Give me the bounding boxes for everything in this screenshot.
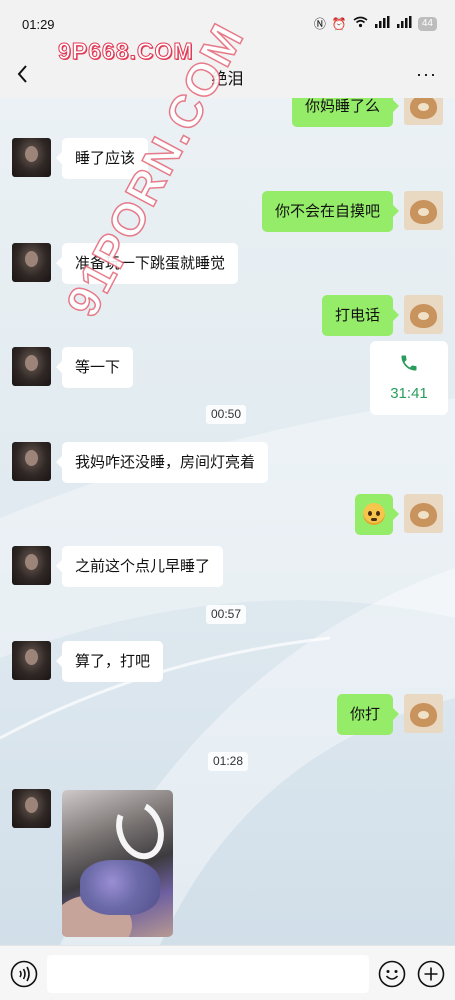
voice-call-card[interactable]: 31:41	[370, 341, 448, 415]
message-bubble-outgoing[interactable]: 你妈睡了么	[291, 98, 400, 127]
avatar[interactable]	[404, 98, 443, 125]
photo-message[interactable]	[62, 790, 173, 937]
watermark-top: 9P668.COM	[58, 38, 194, 65]
avatar[interactable]	[404, 694, 443, 733]
timestamp: 00:57	[206, 605, 247, 624]
avatar[interactable]	[404, 494, 443, 533]
avatar[interactable]	[404, 191, 443, 230]
status-icons: Ⓝ ⏰ 44	[314, 15, 437, 32]
avatar[interactable]	[12, 641, 51, 680]
phone-icon	[401, 355, 417, 371]
avatar[interactable]	[12, 442, 51, 481]
message-bubble-incoming[interactable]: 我妈咋还没睡，房间灯亮着	[55, 442, 269, 483]
message-bubble-outgoing[interactable]: 打电话	[321, 295, 400, 336]
avatar[interactable]	[12, 347, 51, 386]
status-time: 01:29	[22, 17, 55, 32]
avatar[interactable]	[12, 789, 51, 828]
message-bubble-incoming[interactable]: 准备玩一下跳蛋就睡觉	[55, 243, 239, 284]
chat-title: 绝泪	[211, 71, 244, 88]
battery-indicator: 44	[417, 16, 437, 31]
chat-area[interactable]: 你妈睡了么 睡了应该 你不会在自摸吧 准备玩一下跳蛋就睡觉 打电话 等一下 31…	[0, 98, 455, 945]
input-bar	[0, 945, 455, 1000]
avatar[interactable]	[12, 243, 51, 282]
message-input[interactable]	[47, 955, 369, 993]
plus-icon[interactable]	[417, 960, 445, 988]
message-bubble-outgoing[interactable]: 你不会在自摸吧	[261, 191, 400, 232]
message-bubble-incoming[interactable]: 等一下	[55, 347, 134, 388]
alarm-icon: ⏰	[331, 16, 347, 31]
avatar[interactable]	[12, 138, 51, 177]
message-bubble-outgoing[interactable]	[355, 494, 399, 535]
message-bubble-incoming[interactable]: 睡了应该	[55, 138, 149, 179]
smile-icon[interactable]	[378, 960, 406, 988]
signal-5g-icon	[374, 16, 390, 31]
more-dots-icon[interactable]: ···	[416, 64, 437, 85]
timestamp: 01:28	[208, 752, 249, 771]
timestamp: 00:50	[206, 405, 247, 424]
call-duration: 31:41	[390, 385, 428, 402]
smirk-emoji-icon	[363, 502, 385, 525]
message-bubble-incoming[interactable]: 之前这个点儿早睡了	[55, 546, 224, 587]
wifi-icon	[353, 16, 368, 31]
signal-5g-icon	[396, 16, 412, 31]
nfc-icon: Ⓝ	[313, 17, 326, 31]
message-bubble-incoming[interactable]: 算了，打吧	[55, 641, 164, 682]
message-bubble-outgoing[interactable]: 你打	[336, 694, 400, 735]
avatar[interactable]	[404, 295, 443, 334]
voice-icon[interactable]	[10, 960, 38, 988]
avatar[interactable]	[12, 546, 51, 585]
